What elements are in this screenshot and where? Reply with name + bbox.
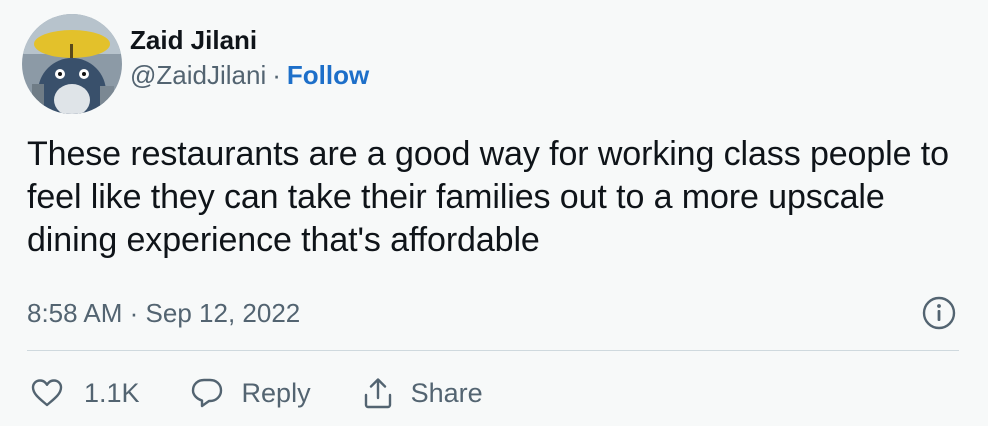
action-bar: 1.1K Reply Share (30, 370, 533, 416)
reply-button[interactable]: Reply (190, 376, 311, 410)
date-separator: · (129, 297, 139, 328)
follow-link[interactable]: Follow (287, 57, 369, 93)
tweet-header: Zaid Jilani @ZaidJilani · Follow (22, 14, 369, 114)
reply-label: Reply (241, 377, 311, 408)
tweet-meta: 8:58 AM · Sep 12, 2022 (27, 293, 957, 333)
tweet-time: 8:58 AM (27, 297, 123, 328)
heart-icon (31, 379, 63, 407)
info-icon[interactable] (921, 295, 957, 331)
avatar-image (22, 14, 122, 114)
author-names: Zaid Jilani @ZaidJilani · Follow (130, 23, 369, 93)
reply-bubble-icon (191, 378, 222, 408)
handle[interactable]: @ZaidJilani (130, 57, 266, 93)
tweet-date: Sep 12, 2022 (145, 297, 301, 328)
divider (27, 350, 959, 351)
share-button[interactable]: Share (361, 376, 483, 410)
like-count: 1.1K (84, 377, 140, 408)
avatar[interactable] (22, 14, 122, 114)
handle-row: @ZaidJilani · Follow (130, 57, 369, 93)
timestamp[interactable]: 8:58 AM · Sep 12, 2022 (27, 298, 300, 329)
like-button[interactable]: 1.1K (30, 376, 140, 410)
share-label: Share (410, 377, 483, 408)
tweet-text: These restaurants are a good way for wor… (27, 135, 949, 259)
share-icon (364, 378, 391, 409)
handle-separator: · (272, 60, 281, 90)
display-name[interactable]: Zaid Jilani (130, 23, 369, 57)
